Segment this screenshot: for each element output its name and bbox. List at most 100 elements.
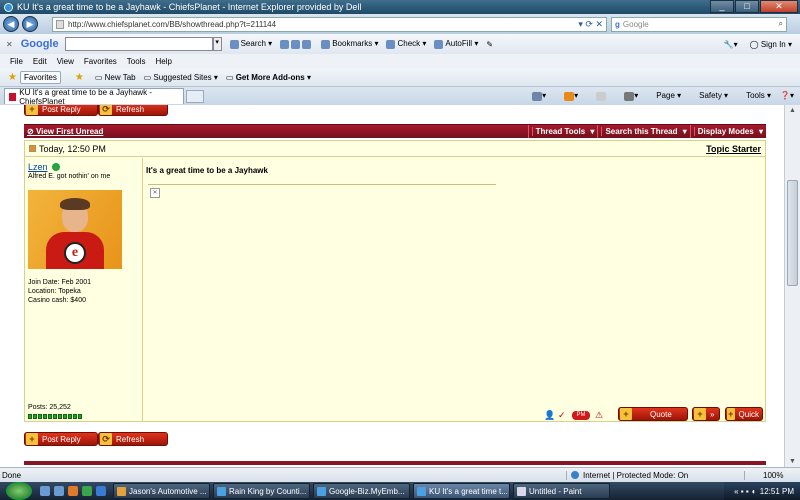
suggested-sites-link[interactable]: ▭ Suggested Sites ▾ <box>144 73 218 82</box>
toolbar-icons[interactable] <box>280 39 313 49</box>
menu-file[interactable]: File <box>10 57 23 66</box>
menu-view[interactable]: View <box>57 57 74 66</box>
reputation-pip <box>63 414 67 419</box>
menu-edit[interactable]: Edit <box>33 57 47 66</box>
address-url: http://www.chiefsplanet.com/BB/showthrea… <box>68 19 277 29</box>
google-search-input[interactable] <box>64 37 213 51</box>
close-button[interactable]: ✕ <box>760 0 798 13</box>
safety-menu[interactable]: Safety ▾ <box>690 91 728 100</box>
scroll-up-icon[interactable]: ▲ <box>787 107 798 114</box>
thread-tools-menu[interactable]: Thread Tools ▾ <box>527 125 598 138</box>
refresh-button-top[interactable]: ⟳ Refresh <box>98 105 168 116</box>
page-menu[interactable]: Page ▾ <box>647 91 681 100</box>
tools-menu[interactable]: Tools ▾ <box>737 91 771 100</box>
zoom-level[interactable]: 100% <box>744 470 800 480</box>
highlight-icon[interactable]: ✎ <box>486 40 493 49</box>
user-info: Join Date: Feb 2001 Location: Topeka Cas… <box>28 278 91 305</box>
display-modes-menu[interactable]: Display Modes ▾ <box>689 125 766 138</box>
vertical-scrollbar[interactable]: ▲ ▼ <box>784 105 800 467</box>
add-favorite-icon[interactable]: ★ <box>75 72 84 83</box>
username-link[interactable]: Lzen <box>28 162 60 172</box>
window-controls: _ □ ✕ <box>709 0 798 13</box>
show-desktop-icon[interactable] <box>40 486 50 496</box>
post-divider <box>148 184 496 185</box>
address-field[interactable]: http://www.chiefsplanet.com/BB/showthrea… <box>52 16 607 32</box>
report-icon[interactable]: ⚠ <box>595 411 604 420</box>
private-message-icon[interactable]: PM <box>572 411 590 420</box>
scroll-down-icon[interactable]: ▼ <box>787 458 798 465</box>
taskbar-item-active[interactable]: KU It's a great time t... <box>413 483 510 499</box>
globe-icon <box>571 471 579 479</box>
check-icon <box>386 39 396 49</box>
mail-icon[interactable] <box>587 91 607 101</box>
check-button[interactable]: Check ▾ <box>386 39 426 49</box>
user-icon[interactable]: 👤 <box>544 411 555 420</box>
security-zone[interactable]: Internet | Protected Mode: On <box>566 470 744 480</box>
reputation-pip <box>53 414 57 419</box>
favorites-star-icon: ★ <box>8 72 17 83</box>
home-icon[interactable]: ▾ <box>523 91 546 101</box>
google-dropdown-icon[interactable]: ▾ <box>212 37 222 51</box>
back-icon[interactable]: ◀ <box>3 16 19 32</box>
thread-toolbar: ⊘ View First Unread Thread Tools ▾ Searc… <box>24 124 766 138</box>
sign-in-button[interactable]: ◯ Sign In ▾ <box>750 40 792 49</box>
view-first-unread-link[interactable]: ⊘ View First Unread <box>27 127 103 136</box>
messenger-icon[interactable] <box>96 486 106 496</box>
search-thread-menu[interactable]: Search this Thread ▾ <box>597 125 689 138</box>
menu-favorites[interactable]: Favorites <box>84 57 117 66</box>
topic-starter-link[interactable]: Topic Starter <box>706 144 761 154</box>
taskbar: Jason's Automotive ... Rain King by Coun… <box>0 482 800 500</box>
clock[interactable]: 12:51 PM <box>760 487 794 496</box>
menu-help[interactable]: Help <box>155 57 171 66</box>
wrench-icon[interactable]: 🔧▾ <box>724 40 738 49</box>
multi-quote-button[interactable]: + » <box>692 407 720 421</box>
window-title-bar: KU It's a great time to be a Jayhawk - C… <box>0 0 800 14</box>
pagerank-icon <box>302 39 312 49</box>
media-icon[interactable] <box>82 486 92 496</box>
refresh-icon: ⟳ <box>100 433 112 445</box>
tray-icons[interactable]: « ▪ ▪ ◖ <box>734 487 756 496</box>
broken-image-icon: ✕ <box>150 188 160 198</box>
taskbar-item[interactable]: Rain King by Counti... <box>213 483 310 499</box>
reputation-pip <box>48 414 52 419</box>
new-tab-button[interactable] <box>186 89 204 103</box>
refresh-button[interactable]: ⟳ Refresh <box>98 432 168 446</box>
quote-button[interactable]: + Quote <box>618 407 688 421</box>
forward-icon[interactable]: ▶ <box>22 16 38 32</box>
reputation-icon[interactable]: ✓ <box>558 411 567 420</box>
taskbar-item[interactable]: Google-Biz.MyEmb... <box>313 483 410 499</box>
google-search-button[interactable]: Search ▾ <box>229 39 272 49</box>
scroll-thumb[interactable] <box>787 180 798 286</box>
start-button[interactable] <box>6 482 32 500</box>
taskbar-item[interactable]: Jason's Automotive ... <box>113 483 210 499</box>
footer-bar <box>24 461 766 465</box>
ie-icon[interactable] <box>54 486 64 496</box>
post-date: Today, 12:50 PM <box>39 143 106 154</box>
menu-bar: File Edit View Favorites Tools Help <box>0 54 800 69</box>
magnifier-icon[interactable]: ⌕ <box>779 19 786 29</box>
favorites-button[interactable]: Favorites <box>19 71 61 84</box>
tab-label: KU It's a great time to be a Jayhawk - C… <box>19 87 152 106</box>
print-icon[interactable]: ▾ <box>615 91 638 101</box>
quick-reply-button[interactable]: + Quick <box>725 407 763 421</box>
new-tab-link[interactable]: ▭ New Tab <box>95 73 136 82</box>
google-search-icon: g <box>615 19 620 29</box>
search-box[interactable]: g Google ⌕ <box>611 16 787 32</box>
help-icon[interactable]: ❓▾ <box>780 91 794 100</box>
post-reply-button-top[interactable]: + Post Reply <box>24 105 98 116</box>
autofill-button[interactable]: AutoFill ▾ <box>434 39 478 49</box>
minimize-button[interactable]: _ <box>710 0 734 13</box>
menu-tools[interactable]: Tools <box>127 57 146 66</box>
rss-icon[interactable]: ▾ <box>555 91 578 101</box>
refresh-stop-icons[interactable]: ▾ ⟳ ✕ <box>578 19 606 30</box>
get-addons-link[interactable]: ▭ Get More Add-ons ▾ <box>226 73 311 82</box>
maximize-button[interactable]: □ <box>735 0 759 13</box>
plus-icon: + <box>26 105 38 115</box>
post-reply-button[interactable]: + Post Reply <box>24 432 98 446</box>
bookmarks-button[interactable]: Bookmarks ▾ <box>321 39 378 49</box>
reputation-pip <box>28 414 32 419</box>
tab-active[interactable]: KU It's a great time to be a Jayhawk - C… <box>4 87 184 106</box>
toolbar-close-icon[interactable]: ✕ <box>6 40 13 49</box>
taskbar-item[interactable]: Untitled - Paint <box>513 483 610 499</box>
firefox-icon[interactable] <box>68 486 78 496</box>
